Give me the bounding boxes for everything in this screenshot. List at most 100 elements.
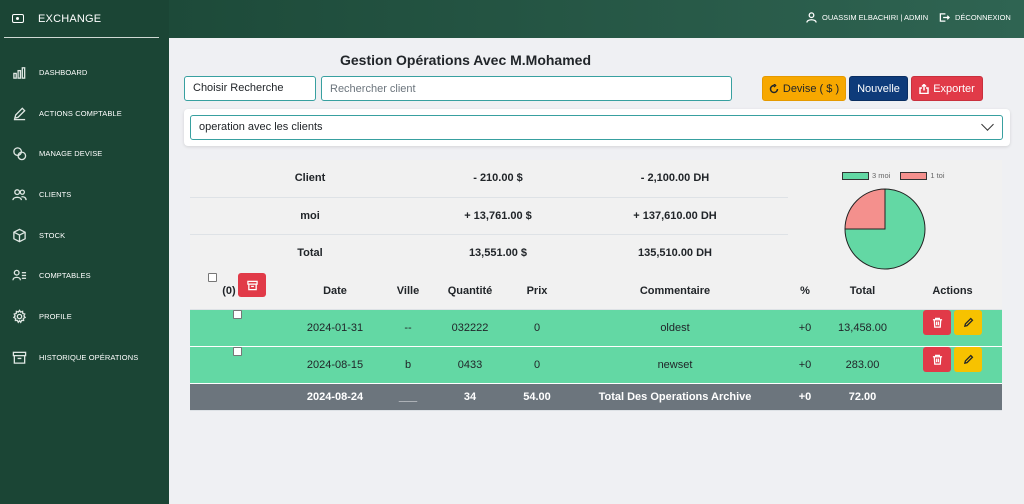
summary-dh: + 137,610.00 DH bbox=[633, 209, 717, 222]
box-icon bbox=[13, 228, 26, 242]
summary-usd: 13,551.00 $ bbox=[468, 247, 528, 260]
summary-usd: - 210.00 $ bbox=[473, 172, 523, 184]
sidebar-item-label: DASHBOARD bbox=[39, 67, 88, 77]
user-name: OUASSIM ELBACHIRI | ADMIN bbox=[822, 13, 929, 22]
col-header-prix[interactable]: Prix bbox=[507, 273, 567, 310]
sidebar: EXCHANGE DASHBOARD ACTIONS COMPTABLE MAN… bbox=[0, 0, 169, 504]
brand-title: EXCHANGE bbox=[38, 12, 102, 25]
logout-label: DÉCONNEXION bbox=[955, 13, 1011, 22]
cell-percent: +0 bbox=[798, 322, 812, 334]
sidebar-item-label: COMPTABLES bbox=[39, 271, 91, 281]
export-icon bbox=[919, 83, 929, 94]
summary-row: Total 13,551.00 $ 135,510.00 DH bbox=[190, 235, 788, 273]
cell-date: 2024-08-15 bbox=[306, 359, 364, 371]
pie-slice-1-toi[interactable] bbox=[844, 188, 886, 230]
sidebar-item-label: CLIENTS bbox=[39, 189, 72, 199]
cell-percent: +0 bbox=[798, 359, 812, 371]
summary-usd: + 13,761.00 $ bbox=[464, 209, 532, 222]
footer-date: 2024-08-24 bbox=[306, 391, 364, 403]
summary-label: moi bbox=[300, 209, 320, 222]
pie-chart: 3 moi 1 toi bbox=[790, 160, 1002, 273]
row-checkbox[interactable] bbox=[233, 310, 242, 319]
exchange-icon bbox=[12, 14, 24, 23]
export-button[interactable]: Exporter bbox=[911, 76, 983, 101]
logout-icon bbox=[939, 13, 950, 22]
summary-label: Total bbox=[297, 247, 323, 260]
pencil-icon bbox=[13, 106, 26, 120]
footer-prix: 54.00 bbox=[523, 391, 551, 403]
coins-icon bbox=[13, 147, 27, 161]
sidebar-item-profile[interactable]: PROFILE bbox=[0, 296, 169, 337]
sidebar-item-historique[interactable]: HISTORIQUE OPÉRATIONS bbox=[0, 337, 169, 378]
sidebar-nav: DASHBOARD ACTIONS COMPTABLE MANAGE DEVIS… bbox=[0, 52, 169, 378]
table-row: 2024-01-31 -- 032222 0 oldest +0 13,458.… bbox=[190, 310, 1002, 347]
sidebar-item-label: HISTORIQUE OPÉRATIONS bbox=[39, 352, 139, 362]
sidebar-item-label: MANAGE DEVISE bbox=[39, 149, 103, 159]
devise-label: Devise ( $ ) bbox=[782, 82, 840, 95]
sidebar-item-label: PROFILE bbox=[39, 311, 72, 321]
cell-prix: 0 bbox=[533, 359, 541, 371]
gear-icon bbox=[12, 309, 27, 324]
selected-count: (0) bbox=[222, 285, 236, 297]
top-header: OUASSIM ELBACHIRI | ADMIN DÉCONNEXION bbox=[169, 0, 1024, 38]
operation-select[interactable]: operation avec les clients bbox=[190, 115, 1003, 140]
col-header-percent[interactable]: % bbox=[780, 273, 830, 310]
users-icon bbox=[12, 189, 27, 201]
sidebar-item-manage-devise[interactable]: MANAGE DEVISE bbox=[0, 133, 169, 174]
devise-button[interactable]: Devise ( $ ) bbox=[762, 76, 846, 101]
pencil-icon bbox=[963, 354, 973, 365]
sidebar-item-comptables[interactable]: COMPTABLES bbox=[0, 255, 169, 296]
col-header-commentaire[interactable]: Commentaire bbox=[590, 273, 760, 310]
table-row: 2024-08-15 b 0433 0 newset +0 283.00 bbox=[190, 347, 1002, 384]
footer-total: 72.00 bbox=[848, 391, 877, 403]
archive-icon bbox=[246, 280, 258, 290]
logout-link[interactable]: DÉCONNEXION bbox=[939, 12, 1011, 23]
cell-prix: 0 bbox=[533, 322, 541, 334]
search-input[interactable] bbox=[321, 76, 732, 101]
col-header-total[interactable]: Total bbox=[830, 273, 895, 310]
sidebar-item-actions-comptable[interactable]: ACTIONS COMPTABLE bbox=[0, 93, 169, 134]
sidebar-item-clients[interactable]: CLIENTS bbox=[0, 174, 169, 215]
operation-select-value: operation avec les clients bbox=[199, 121, 323, 133]
bar-chart-icon bbox=[13, 67, 26, 79]
sidebar-item-stock[interactable]: STOCK bbox=[0, 215, 169, 256]
footer-commentaire: Total Des Operations Archive bbox=[598, 391, 752, 403]
cell-ville: -- bbox=[404, 322, 412, 334]
col-header-quantite[interactable]: Quantité bbox=[435, 273, 505, 310]
archive-icon bbox=[12, 351, 27, 364]
export-label: Exporter bbox=[933, 82, 975, 95]
pie-svg bbox=[844, 188, 926, 270]
cell-commentaire: newset bbox=[657, 359, 693, 371]
user-menu[interactable]: OUASSIM ELBACHIRI | ADMIN bbox=[806, 12, 928, 23]
brand[interactable]: EXCHANGE bbox=[4, 0, 159, 38]
table-footer: 2024-08-24 ___ 34 54.00 Total Des Operat… bbox=[190, 384, 1002, 411]
footer-quantite: 34 bbox=[463, 391, 477, 403]
edit-button[interactable] bbox=[954, 310, 982, 335]
cell-total: 13,458.00 bbox=[838, 322, 887, 334]
summary-dh: 135,510.00 DH bbox=[638, 247, 712, 260]
col-header-ville[interactable]: Ville bbox=[383, 273, 433, 310]
table-header: (0) Date Ville Quantité Prix Commentaire… bbox=[190, 273, 1002, 310]
select-all-checkbox[interactable] bbox=[208, 273, 217, 282]
delete-button[interactable] bbox=[923, 310, 951, 335]
nouvelle-button[interactable]: Nouvelle bbox=[849, 76, 908, 101]
cell-date: 2024-01-31 bbox=[306, 322, 364, 334]
row-checkbox[interactable] bbox=[233, 347, 242, 356]
col-header-date[interactable]: Date bbox=[285, 273, 385, 310]
trash-icon bbox=[932, 354, 942, 365]
chevron-down-icon bbox=[981, 118, 994, 131]
edit-button[interactable] bbox=[954, 347, 982, 372]
footer-percent: +0 bbox=[798, 391, 812, 403]
sidebar-item-dashboard[interactable]: DASHBOARD bbox=[0, 52, 169, 93]
cell-commentaire: oldest bbox=[660, 322, 690, 334]
archive-button[interactable] bbox=[238, 273, 266, 297]
page-title: Gestion Opérations Avec M.Mohamed bbox=[340, 52, 592, 68]
refresh-icon bbox=[769, 83, 779, 93]
sidebar-item-label: STOCK bbox=[39, 230, 66, 240]
summary-dh: - 2,100.00 DH bbox=[640, 172, 710, 184]
delete-button[interactable] bbox=[923, 347, 951, 372]
cell-ville: b bbox=[404, 359, 412, 371]
trash-icon bbox=[932, 317, 942, 328]
sidebar-item-label: ACTIONS COMPTABLE bbox=[39, 108, 122, 118]
search-type-select[interactable]: Choisir Recherche bbox=[184, 76, 316, 101]
